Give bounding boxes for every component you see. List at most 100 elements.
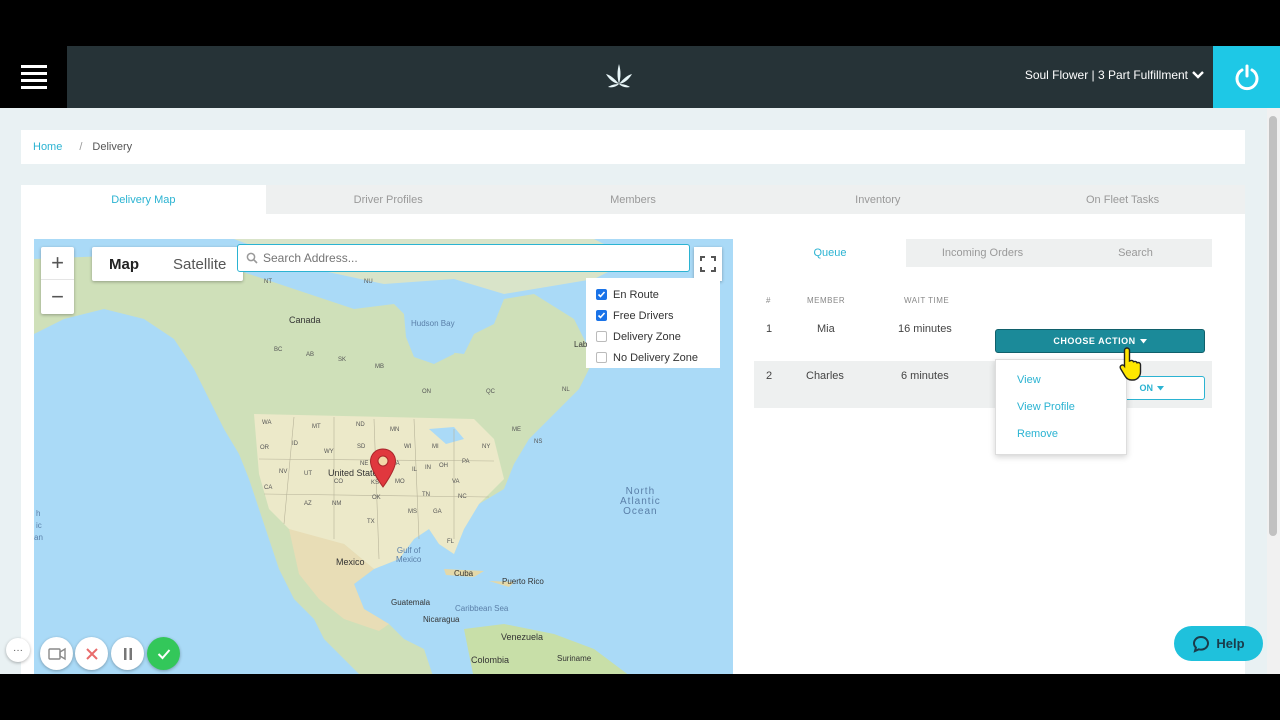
choose-action-button-row1[interactable]: CHOOSE ACTION [995, 329, 1205, 353]
row-number: 2 [766, 370, 773, 382]
zoom-in-button[interactable]: + [41, 247, 74, 280]
map-label-colombia: Colombia [471, 655, 510, 665]
map-label-state: SK [338, 357, 347, 363]
map-label-state: FL [447, 539, 455, 545]
map-label-state: CO [334, 479, 343, 485]
map-label-state: MN [390, 427, 400, 433]
row-wait-time: 6 minutes [901, 370, 949, 382]
map-label-suriname: Suriname [557, 654, 592, 663]
map-label-state: ND [356, 422, 365, 428]
search-icon [246, 252, 258, 264]
row-number: 1 [766, 323, 773, 335]
checkbox-checked-icon[interactable] [596, 289, 607, 300]
map-label-nicaragua: Nicaragua [423, 615, 460, 624]
delivery-map[interactable]: + − Map Satellite En Route Free Drivers [34, 239, 733, 674]
checkbox-unchecked-icon[interactable] [596, 331, 607, 342]
filter-free-drivers[interactable]: Free Drivers [596, 305, 720, 326]
recorder-more-button[interactable]: ··· [6, 638, 30, 662]
map-label-pacific-part: ic [36, 521, 42, 530]
logout-button[interactable] [1213, 46, 1280, 108]
map-label-state: CA [264, 485, 273, 491]
page-scrollbar-thumb[interactable] [1269, 116, 1277, 536]
checkmark-icon [157, 648, 170, 659]
action-button-label: CHOOSE ACTION [1053, 336, 1136, 346]
map-label-state: IN [425, 465, 431, 471]
power-icon [1235, 64, 1258, 91]
column-header-wait-time: WAIT TIME [904, 296, 950, 305]
map-label-venezuela: Venezuela [501, 632, 544, 642]
pause-recording-button[interactable] [111, 637, 144, 670]
close-icon [85, 647, 98, 660]
menu-item-remove[interactable]: Remove [996, 420, 1126, 447]
account-switcher[interactable]: Soul Flower | 3 Part Fulfillment [1025, 68, 1204, 82]
checkbox-checked-icon[interactable] [596, 310, 607, 321]
help-label: Help [1216, 636, 1245, 651]
breadcrumb-separator: / [79, 141, 83, 153]
map-type-map-button[interactable]: Map [92, 247, 156, 281]
map-label-state: TX [367, 519, 375, 525]
map-layer-filters: En Route Free Drivers Delivery Zone No D… [586, 278, 720, 368]
map-label-state: NU [364, 279, 373, 285]
cancel-recording-button[interactable] [75, 637, 108, 670]
hamburger-menu-button[interactable] [0, 46, 67, 108]
address-search-box [237, 244, 690, 272]
tab-delivery-map[interactable]: Delivery Map [21, 185, 266, 214]
account-label: Soul Flower | 3 Part Fulfillment [1024, 68, 1188, 82]
map-label-state: AZ [304, 501, 312, 507]
menu-item-view-profile[interactable]: View Profile [996, 393, 1126, 420]
tab-driver-profiles[interactable]: Driver Profiles [266, 185, 511, 214]
address-search-input[interactable] [263, 251, 683, 265]
fullscreen-button[interactable] [694, 247, 722, 281]
leaf-logo-icon[interactable] [603, 62, 635, 92]
map-label-state: WY [324, 449, 334, 455]
chat-bubble-icon [1193, 635, 1210, 653]
breadcrumb-current: Delivery [92, 141, 133, 153]
map-label-state: MB [375, 364, 384, 370]
caret-down-icon [1157, 385, 1164, 390]
map-label-state: UT [304, 471, 312, 477]
hamburger-icon [20, 65, 47, 68]
map-label-state: NT [264, 279, 272, 285]
hamburger-icon-line [20, 79, 47, 82]
camera-toggle-button[interactable] [40, 637, 73, 670]
tab-members[interactable]: Members [511, 185, 756, 214]
filter-en-route[interactable]: En Route [596, 284, 720, 305]
subtab-search[interactable]: Search [1059, 239, 1212, 267]
map-label-state: PA [462, 459, 470, 465]
finish-recording-button[interactable] [147, 637, 180, 670]
filter-delivery-zone[interactable]: Delivery Zone [596, 326, 720, 347]
column-header-member: MEMBER [807, 296, 846, 305]
help-button[interactable]: Help [1174, 626, 1263, 661]
map-marker-pin-icon[interactable] [369, 448, 397, 488]
subtab-queue[interactable]: Queue [754, 239, 906, 267]
map-label-state: MI [432, 444, 439, 450]
menu-item-view[interactable]: View [996, 366, 1126, 393]
subtab-incoming-orders[interactable]: Incoming Orders [906, 239, 1059, 267]
map-label-lab: Lab [574, 340, 588, 349]
main-tabs: Delivery Map Driver Profiles Members Inv… [21, 185, 1245, 214]
map-label-state: NM [332, 501, 342, 507]
tab-on-fleet-tasks[interactable]: On Fleet Tasks [1000, 185, 1245, 214]
map-label-state: ID [292, 441, 298, 447]
action-dropdown-menu: View View Profile Remove [995, 359, 1127, 455]
map-type-satellite-button[interactable]: Satellite [156, 247, 243, 281]
map-label-state: NS [534, 439, 543, 445]
map-label-state: QC [486, 389, 495, 395]
breadcrumb-home-link[interactable]: Home [33, 141, 62, 153]
filter-label: Delivery Zone [613, 330, 681, 343]
checkbox-unchecked-icon[interactable] [596, 352, 607, 363]
filter-no-delivery-zone[interactable]: No Delivery Zone [596, 347, 720, 368]
map-label-state: IL [412, 467, 418, 473]
map-type-control: Map Satellite [92, 247, 244, 281]
map-label-state: WA [262, 420, 272, 426]
queue-subtabs: Queue Incoming Orders Search [754, 239, 1212, 267]
map-label-state: NY [482, 444, 491, 450]
map-label-state: OH [439, 463, 448, 469]
filter-label: No Delivery Zone [613, 351, 698, 364]
map-label-puerto-rico: Puerto Rico [502, 577, 544, 586]
tab-inventory[interactable]: Inventory [755, 185, 1000, 214]
map-label-hudson-bay: Hudson Bay [411, 319, 455, 328]
zoom-out-button[interactable]: − [41, 280, 74, 313]
filter-label: Free Drivers [613, 309, 674, 322]
map-label-state: NV [279, 469, 288, 475]
